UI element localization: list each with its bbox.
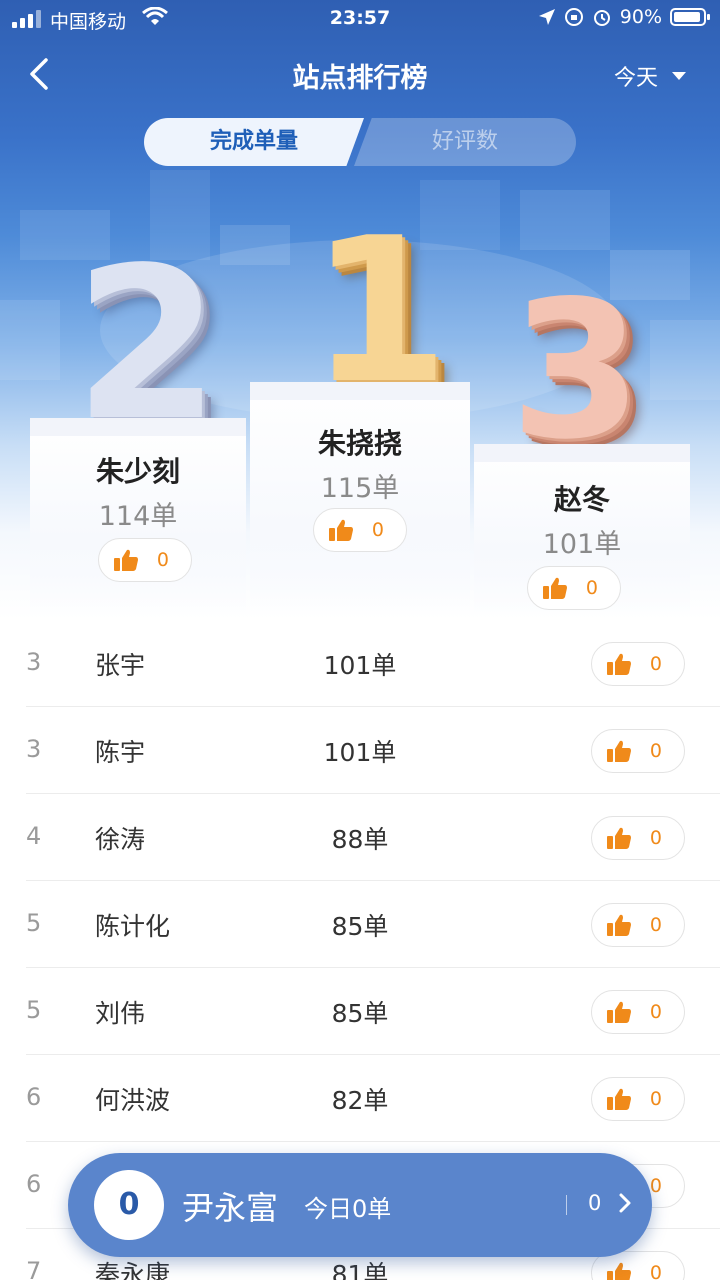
like-count: 0 [649, 1088, 662, 1110]
hero-banner: 中国移动 23:57 90% 站点排行榜 今天 完成单量 好评数 2 1 3 朱… [0, 0, 720, 620]
podium-third: 赵冬 101单 0 [474, 444, 690, 618]
ranking-row[interactable]: 4 徐涛 88单 0 [0, 794, 720, 881]
chevron-right-icon[interactable] [618, 1191, 632, 1215]
like-count: 0 [649, 827, 662, 849]
row-like-button[interactable]: 0 [591, 990, 685, 1034]
thumbs-up-icon [607, 1262, 631, 1280]
date-filter-label: 今天 [613, 66, 658, 91]
thumbs-up-icon [607, 827, 631, 849]
like-count: 0 [649, 1175, 662, 1197]
row-rank: 4 [26, 822, 42, 850]
my-rank-badge: 0 [94, 1170, 164, 1240]
row-count: 82单 [331, 1086, 389, 1115]
podium-first-like-button[interactable]: 0 [313, 508, 407, 552]
like-count: 0 [649, 1262, 662, 1280]
thumbs-up-icon [607, 740, 631, 762]
alarm-icon [593, 10, 610, 26]
status-icons: 90% [538, 6, 710, 28]
row-rank: 6 [26, 1083, 42, 1111]
row-rank: 3 [26, 735, 42, 763]
row-count: 85单 [331, 999, 389, 1028]
like-count: 0 [585, 577, 598, 599]
battery-percent: 90% [619, 6, 662, 28]
thumbs-up-icon [607, 914, 631, 936]
row-count: 101单 [323, 651, 397, 680]
like-count: 0 [649, 740, 662, 762]
row-count: 88单 [331, 825, 389, 854]
row-rank: 7 [26, 1257, 42, 1280]
thumbs-up-icon [607, 1088, 631, 1110]
row-name: 徐涛 [95, 825, 146, 854]
podium-second-name: 朱少刻 [95, 455, 180, 488]
thumbs-up-icon [607, 653, 631, 675]
ranking-row[interactable]: 5 刘伟 85单 0 [0, 968, 720, 1055]
like-count: 0 [649, 1001, 662, 1023]
my-like-count: 0 [588, 1191, 602, 1215]
thumbs-up-icon [114, 549, 138, 571]
podium-second-count: 114单 [98, 501, 178, 532]
row-name: 秦永康 [95, 1260, 171, 1280]
row-name: 刘伟 [95, 999, 146, 1028]
like-count: 0 [156, 549, 169, 571]
rank-3-digit: 3 [510, 260, 643, 481]
like-count: 0 [649, 914, 662, 936]
my-today-orders: 今日0单 [304, 1195, 392, 1223]
row-like-button[interactable]: 0 [591, 642, 685, 686]
row-like-button[interactable]: 0 [591, 903, 685, 947]
row-count: 85单 [331, 912, 389, 941]
row-count: 81单 [331, 1260, 389, 1280]
ranking-row[interactable]: 3 张宇 101单 0 [0, 620, 720, 707]
podium-third-count: 101单 [542, 529, 622, 560]
thumbs-up-icon [329, 519, 353, 541]
row-count: 101单 [323, 738, 397, 767]
thumbs-up-icon [543, 577, 567, 599]
row-like-button[interactable]: 0 [591, 816, 685, 860]
podium-first: 朱挠挠 115单 0 [250, 382, 470, 618]
tab-good-reviews[interactable]: 好评数 [354, 118, 576, 166]
status-bar: 中国移动 23:57 90% [0, 0, 720, 40]
tab-completed-orders[interactable]: 完成单量 [144, 118, 364, 166]
battery-icon [670, 8, 710, 26]
location-icon [538, 9, 555, 25]
row-rank: 3 [26, 648, 42, 676]
row-rank: 5 [26, 996, 42, 1024]
ranking-row[interactable]: 6 何洪波 82单 0 [0, 1055, 720, 1142]
row-like-button[interactable]: 0 [591, 729, 685, 773]
my-name: 尹永富 [182, 1189, 279, 1227]
like-count: 0 [649, 653, 662, 675]
like-count: 0 [371, 519, 384, 541]
podium-third-name: 赵冬 [553, 483, 610, 516]
podium-second: 朱少刻 114单 0 [30, 418, 246, 618]
ranking-row[interactable]: 5 陈计化 85单 0 [0, 881, 720, 968]
row-name: 陈计化 [95, 912, 171, 941]
lock-rotation-icon [564, 8, 583, 26]
row-name: 张宇 [95, 651, 146, 680]
podium-first-count: 115单 [320, 473, 400, 504]
row-like-button[interactable]: 0 [591, 1077, 685, 1121]
podium-third-like-button[interactable]: 0 [527, 566, 621, 610]
row-name: 陈宇 [95, 738, 146, 767]
page-title: 站点排行榜 [292, 63, 428, 94]
my-rank-card[interactable]: 0 尹永富 今日0单 0 [68, 1153, 652, 1257]
row-rank: 5 [26, 909, 42, 937]
caret-down-icon [672, 72, 686, 80]
thumbs-up-icon [607, 1001, 631, 1023]
podium-second-like-button[interactable]: 0 [98, 538, 192, 582]
row-name: 何洪波 [95, 1086, 171, 1115]
podium-first-name: 朱挠挠 [317, 427, 402, 460]
row-rank: 6 [26, 1170, 42, 1198]
date-filter-dropdown[interactable]: 今天 [614, 60, 686, 92]
divider [566, 1195, 567, 1215]
ranking-tabs: 完成单量 好评数 [144, 118, 576, 166]
ranking-row[interactable]: 3 陈宇 101单 0 [0, 707, 720, 794]
